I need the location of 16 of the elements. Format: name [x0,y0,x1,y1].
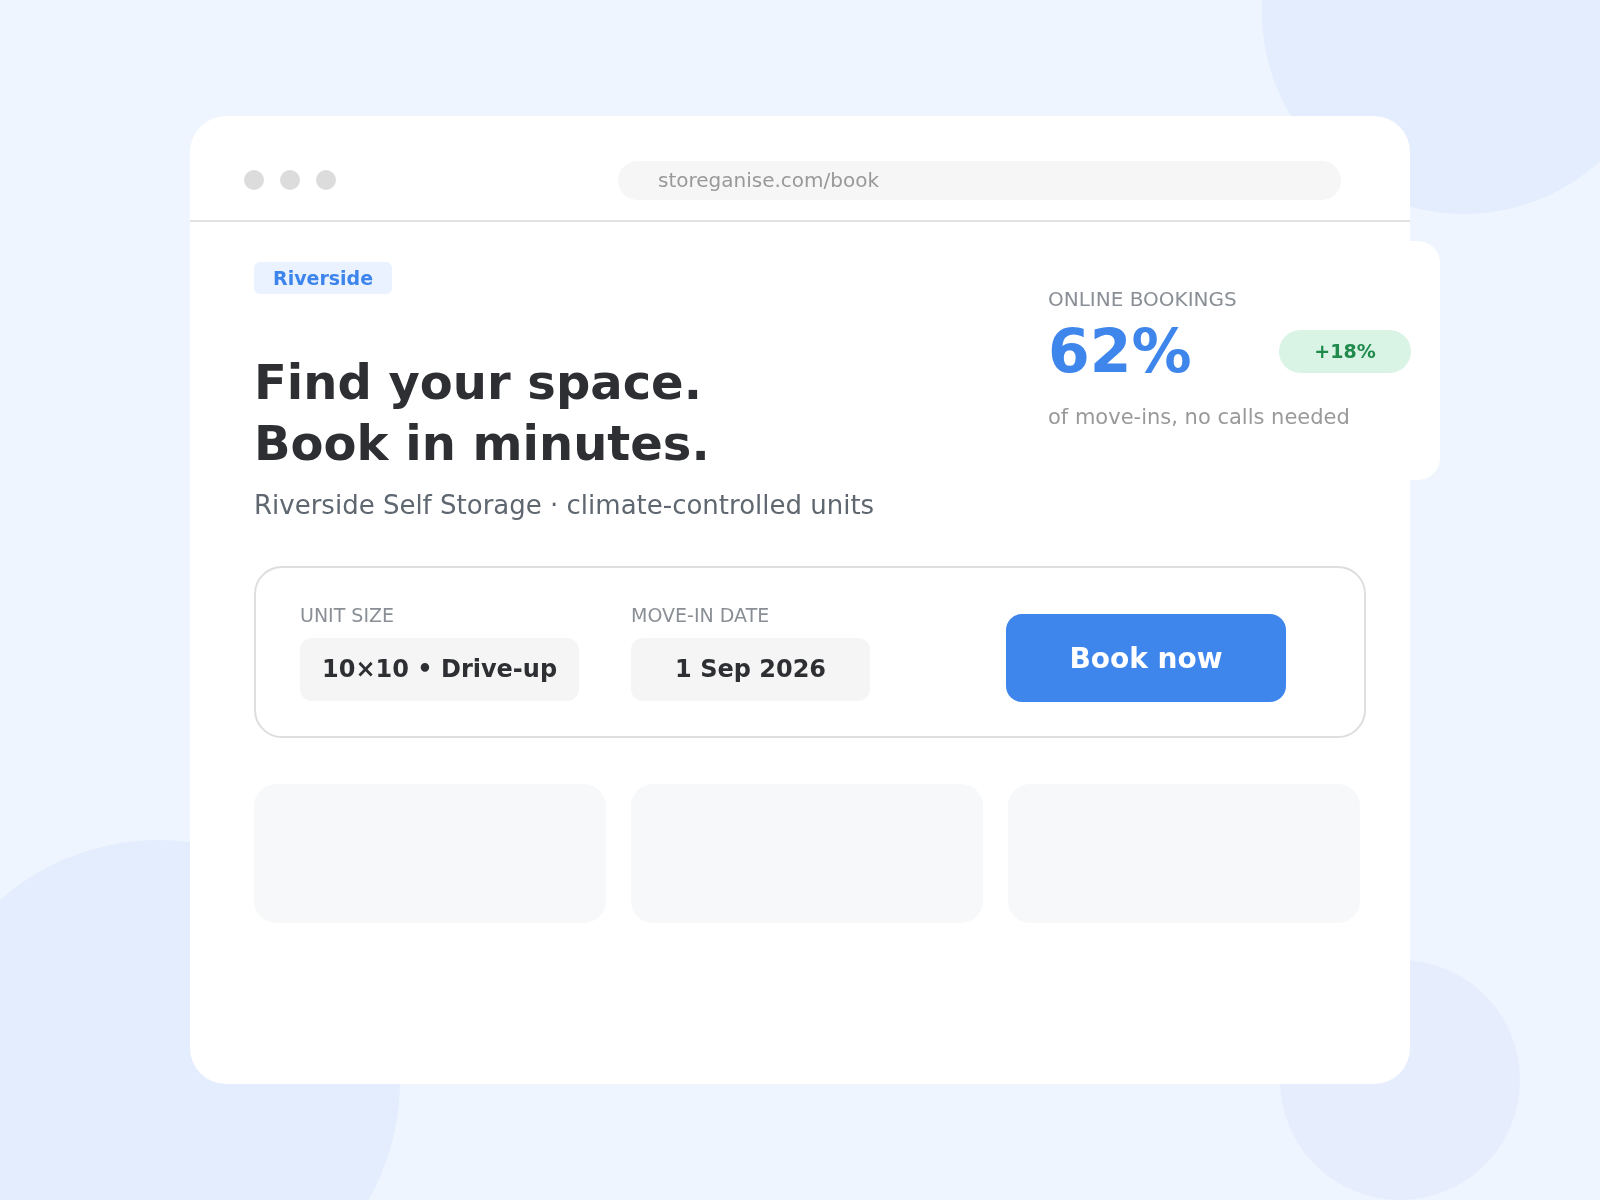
select-field[interactable]: 10×10 • Drive-up [300,637,580,701]
location-badge: Riverside [254,262,393,294]
change-badge: +18% [1279,329,1411,373]
window-dot [316,170,336,190]
select-field[interactable]: 1 Sep 2026 [631,637,871,701]
book-button[interactable]: Book now [1006,614,1287,702]
stat-value: 62% [1048,315,1192,387]
field-label: MOVE-IN DATE [631,603,771,626]
stat-label: ONLINE BOOKINGS [1048,287,1238,311]
subtitle: Riverside Self Storage · climate-controlled units [254,490,876,520]
stat-caption: of move-ins, no calls needed [1048,405,1351,429]
headline: Find your space. [254,353,702,412]
window-dot [280,170,300,190]
window-dot [244,170,264,190]
headline: Book in minutes. [254,414,710,473]
field-label: UNIT SIZE [300,603,396,626]
